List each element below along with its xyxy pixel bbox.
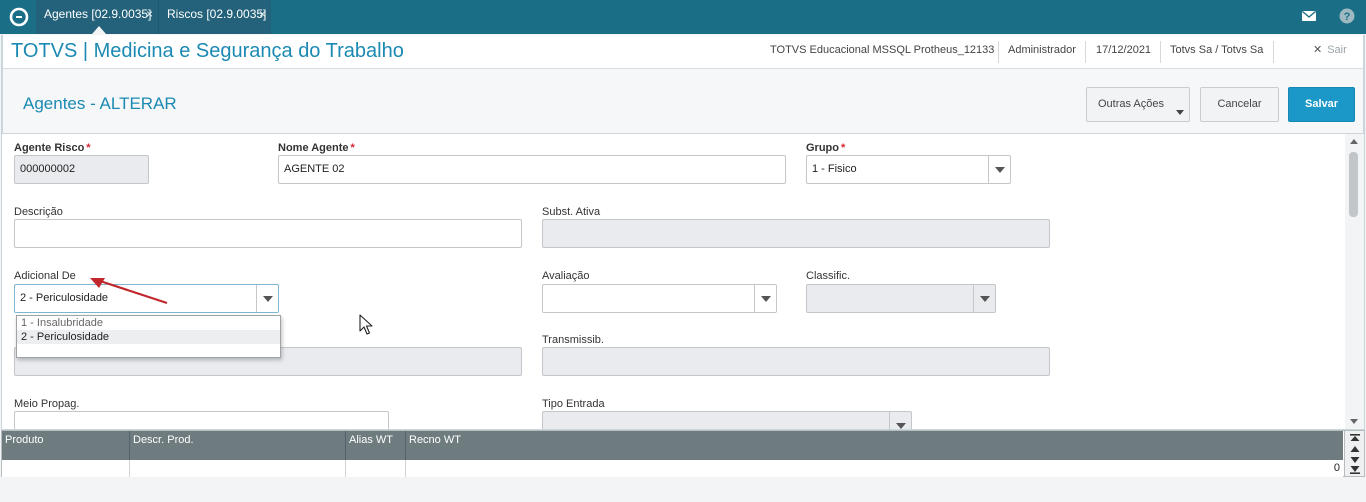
top-tab-bar: Agentes [02.9.0035] × Riscos [02.9.0035]…	[0, 0, 1366, 34]
avaliacao-select[interactable]	[542, 284, 777, 313]
close-icon: ✕	[1313, 44, 1323, 56]
tab-agentes-close-icon[interactable]: ×	[146, 0, 153, 29]
form-scrollbar[interactable]	[1345, 134, 1364, 429]
adicional-de-label: Adicional De	[14, 270, 76, 282]
help-icon[interactable]: ?	[1338, 7, 1356, 25]
header-divider	[998, 41, 999, 63]
grid-column-recno-wt[interactable]: Recno WT	[406, 431, 1343, 460]
totvs-logo-icon[interactable]	[7, 5, 31, 29]
mail-icon[interactable]	[1300, 7, 1318, 25]
chevron-down-icon[interactable]	[889, 412, 911, 429]
other-actions-label: Outras Ações	[1097, 98, 1165, 110]
grid-header: Produto Descr. Prod. Alias WT Recno WT	[2, 431, 1343, 460]
company-info: Totvs Sa / Totvs Sa	[1170, 44, 1264, 56]
active-tab-pointer	[92, 26, 106, 34]
logout-label: Sair	[1327, 44, 1347, 56]
chevron-down-icon[interactable]	[973, 285, 995, 312]
scroll-up-icon[interactable]	[1350, 139, 1358, 144]
agente-risco-field[interactable]: 000000002	[14, 155, 149, 184]
page-title: Agentes - ALTERAR	[23, 94, 177, 113]
nome-agente-label: Nome Agente *	[278, 142, 355, 154]
tab-agentes-label: Agentes [02.9.0035]	[44, 7, 152, 21]
other-actions-button[interactable]: Outras Ações	[1086, 87, 1190, 122]
scrollbar-thumb[interactable]	[1349, 152, 1358, 217]
date-info: 17/12/2021	[1096, 44, 1152, 56]
transmissib-label: Transmissib.	[542, 334, 604, 346]
tipo-entrada-select[interactable]	[542, 411, 912, 429]
scroll-up-icon[interactable]	[1349, 445, 1361, 453]
table-row[interactable]: 0	[2, 460, 1343, 477]
dropdown-option-insalubridade[interactable]: 1 - Insalubridade	[17, 316, 280, 330]
caret-down-icon	[1176, 110, 1184, 115]
svg-text:?: ?	[1344, 11, 1351, 23]
tab-riscos-close-icon[interactable]: ×	[259, 0, 266, 29]
subst-ativa-label: Subst. Ativa	[542, 206, 601, 218]
app-header: TOTVS | Medicina e Segurança do Trabalho…	[1, 35, 1365, 69]
descricao-label: Descrição	[14, 206, 63, 218]
product-grid: Produto Descr. Prod. Alias WT Recno WT 0	[1, 430, 1365, 477]
adicional-de-value: 2 - Periculosidade	[20, 292, 109, 304]
chevron-down-icon[interactable]	[754, 285, 776, 312]
nome-agente-field[interactable]: AGENTE 02	[278, 155, 786, 184]
classific-select[interactable]	[806, 284, 996, 313]
grid-column-alias-wt[interactable]: Alias WT	[346, 431, 406, 460]
grid-cell[interactable]	[346, 460, 406, 477]
grid-cell[interactable]	[2, 460, 130, 477]
avaliacao-label: Avaliação	[542, 270, 590, 282]
app-title: TOTVS | Medicina e Segurança do Trabalho	[11, 40, 404, 62]
footer-area	[0, 477, 1366, 502]
grid-scrollbar[interactable]	[1344, 431, 1364, 476]
tab-riscos[interactable]: Riscos [02.9.0035] ×	[158, 0, 271, 34]
agent-form: Agente Risco * 000000002 Nome Agente * AGE…	[1, 133, 1365, 430]
grid-column-descr-prod[interactable]: Descr. Prod.	[130, 431, 346, 460]
adicional-de-select[interactable]: 2 - Periculosidade	[14, 284, 279, 313]
scroll-down-icon[interactable]	[1350, 419, 1358, 424]
classific-label: Classific.	[806, 270, 851, 282]
scroll-top-icon[interactable]	[1349, 434, 1361, 442]
grupo-select[interactable]: 1 - Fisico	[806, 155, 1011, 184]
header-divider	[1160, 41, 1161, 63]
subst-ativa-field[interactable]	[542, 219, 1050, 248]
header-divider	[1085, 41, 1086, 63]
grupo-label: Grupo *	[806, 142, 846, 154]
tipo-entrada-label: Tipo Entrada	[542, 398, 605, 410]
scroll-bottom-icon[interactable]	[1349, 466, 1361, 474]
scroll-down-icon[interactable]	[1349, 456, 1361, 464]
grid-cell[interactable]: 0	[406, 460, 1343, 477]
save-button[interactable]: Salvar	[1288, 87, 1355, 122]
header-divider	[1273, 41, 1274, 63]
chevron-down-icon[interactable]	[256, 285, 278, 312]
grupo-value: 1 - Fisico	[812, 163, 857, 175]
meio-propag-label: Meio Propag.	[14, 398, 80, 410]
meio-propag-field[interactable]	[14, 411, 389, 429]
user-info: Administrador	[1008, 44, 1076, 56]
grid-cell[interactable]	[130, 460, 346, 477]
environment-info: TOTVS Educacional MSSQL Protheus_12133	[770, 44, 995, 56]
page-title-bar: Agentes - ALTERAR Outras Ações Cancelar …	[1, 69, 1365, 133]
chevron-down-icon[interactable]	[988, 156, 1010, 183]
agente-risco-label: Agente Risco *	[14, 142, 91, 154]
dropdown-option-periculosidade[interactable]: 2 - Periculosidade	[17, 330, 280, 344]
grid-count: 0	[1333, 462, 1340, 474]
grid-column-produto[interactable]: Produto	[2, 431, 130, 460]
cancel-button[interactable]: Cancelar	[1200, 87, 1279, 122]
mouse-pointer-icon	[359, 314, 373, 335]
logout-button[interactable]: ✕ Sair	[1313, 43, 1347, 56]
tab-riscos-label: Riscos [02.9.0035]	[167, 7, 267, 21]
adicional-de-dropdown-list: 1 - Insalubridade 2 - Periculosidade	[16, 315, 281, 358]
transmissib-field[interactable]	[542, 347, 1050, 376]
descricao-field[interactable]	[14, 219, 522, 248]
